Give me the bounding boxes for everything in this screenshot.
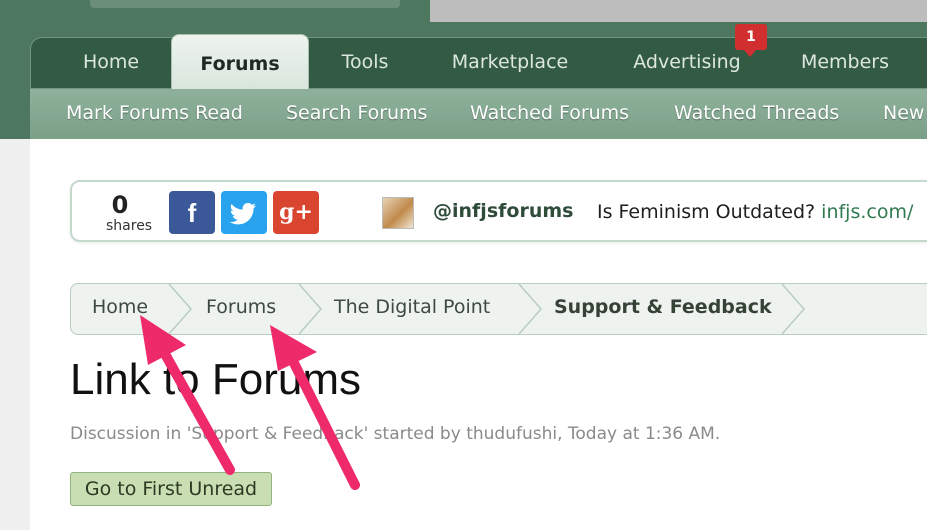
- tab-tools[interactable]: Tools: [310, 37, 420, 89]
- latest-tweet: Is Feminism Outdated? infjs.com/: [597, 201, 913, 223]
- breadcrumb-separator: [298, 284, 322, 334]
- tweet-link[interactable]: infjs.com/: [821, 201, 913, 223]
- header-banner-strip: [430, 0, 927, 22]
- tweet-text: Is Feminism Outdated?: [597, 201, 816, 223]
- twitter-share-button[interactable]: [221, 191, 267, 234]
- twitter-bird-icon: [229, 203, 257, 225]
- tab-marketplace[interactable]: Marketplace: [430, 37, 590, 89]
- watched-threads-link[interactable]: Watched Threads: [674, 89, 839, 139]
- tab-forums[interactable]: Forums: [171, 34, 309, 90]
- site-logo[interactable]: [90, 0, 400, 8]
- breadcrumb-forums[interactable]: Forums: [206, 296, 276, 318]
- page: Home Forums Tools Marketplace Advertisin…: [0, 0, 927, 530]
- twitter-avatar[interactable]: [382, 197, 414, 229]
- page-title: Link to Forums: [70, 355, 361, 404]
- go-to-first-unread-button[interactable]: Go to First Unread: [70, 472, 272, 506]
- share-count-label: shares: [106, 218, 153, 234]
- tab-home[interactable]: Home: [48, 37, 174, 89]
- breadcrumb-separator: [781, 284, 805, 334]
- share-count: 0: [111, 191, 129, 219]
- facebook-share-button[interactable]: f: [169, 191, 215, 234]
- googleplus-share-button[interactable]: g+: [273, 191, 319, 234]
- watched-forums-link[interactable]: Watched Forums: [470, 89, 629, 139]
- twitter-handle-link[interactable]: @infjsforums: [433, 200, 573, 222]
- advertising-alert-badge: 1: [735, 24, 767, 50]
- googleplus-icon: g+: [279, 199, 313, 225]
- tab-members[interactable]: Members: [782, 37, 908, 89]
- breadcrumb-support-feedback[interactable]: Support & Feedback: [554, 296, 772, 318]
- breadcrumb-home[interactable]: Home: [92, 296, 148, 318]
- new-posts-link[interactable]: New: [883, 89, 924, 139]
- breadcrumb-separator: [518, 284, 542, 334]
- mark-forums-read-link[interactable]: Mark Forums Read: [66, 89, 243, 139]
- breadcrumb-the-digital-point[interactable]: The Digital Point: [334, 296, 490, 318]
- facebook-icon: f: [187, 198, 197, 228]
- breadcrumb-separator: [168, 284, 192, 334]
- badge-pointer: [744, 50, 756, 57]
- thread-description: Discussion in 'Support & Feedback' start…: [70, 424, 721, 444]
- search-forums-link[interactable]: Search Forums: [286, 89, 427, 139]
